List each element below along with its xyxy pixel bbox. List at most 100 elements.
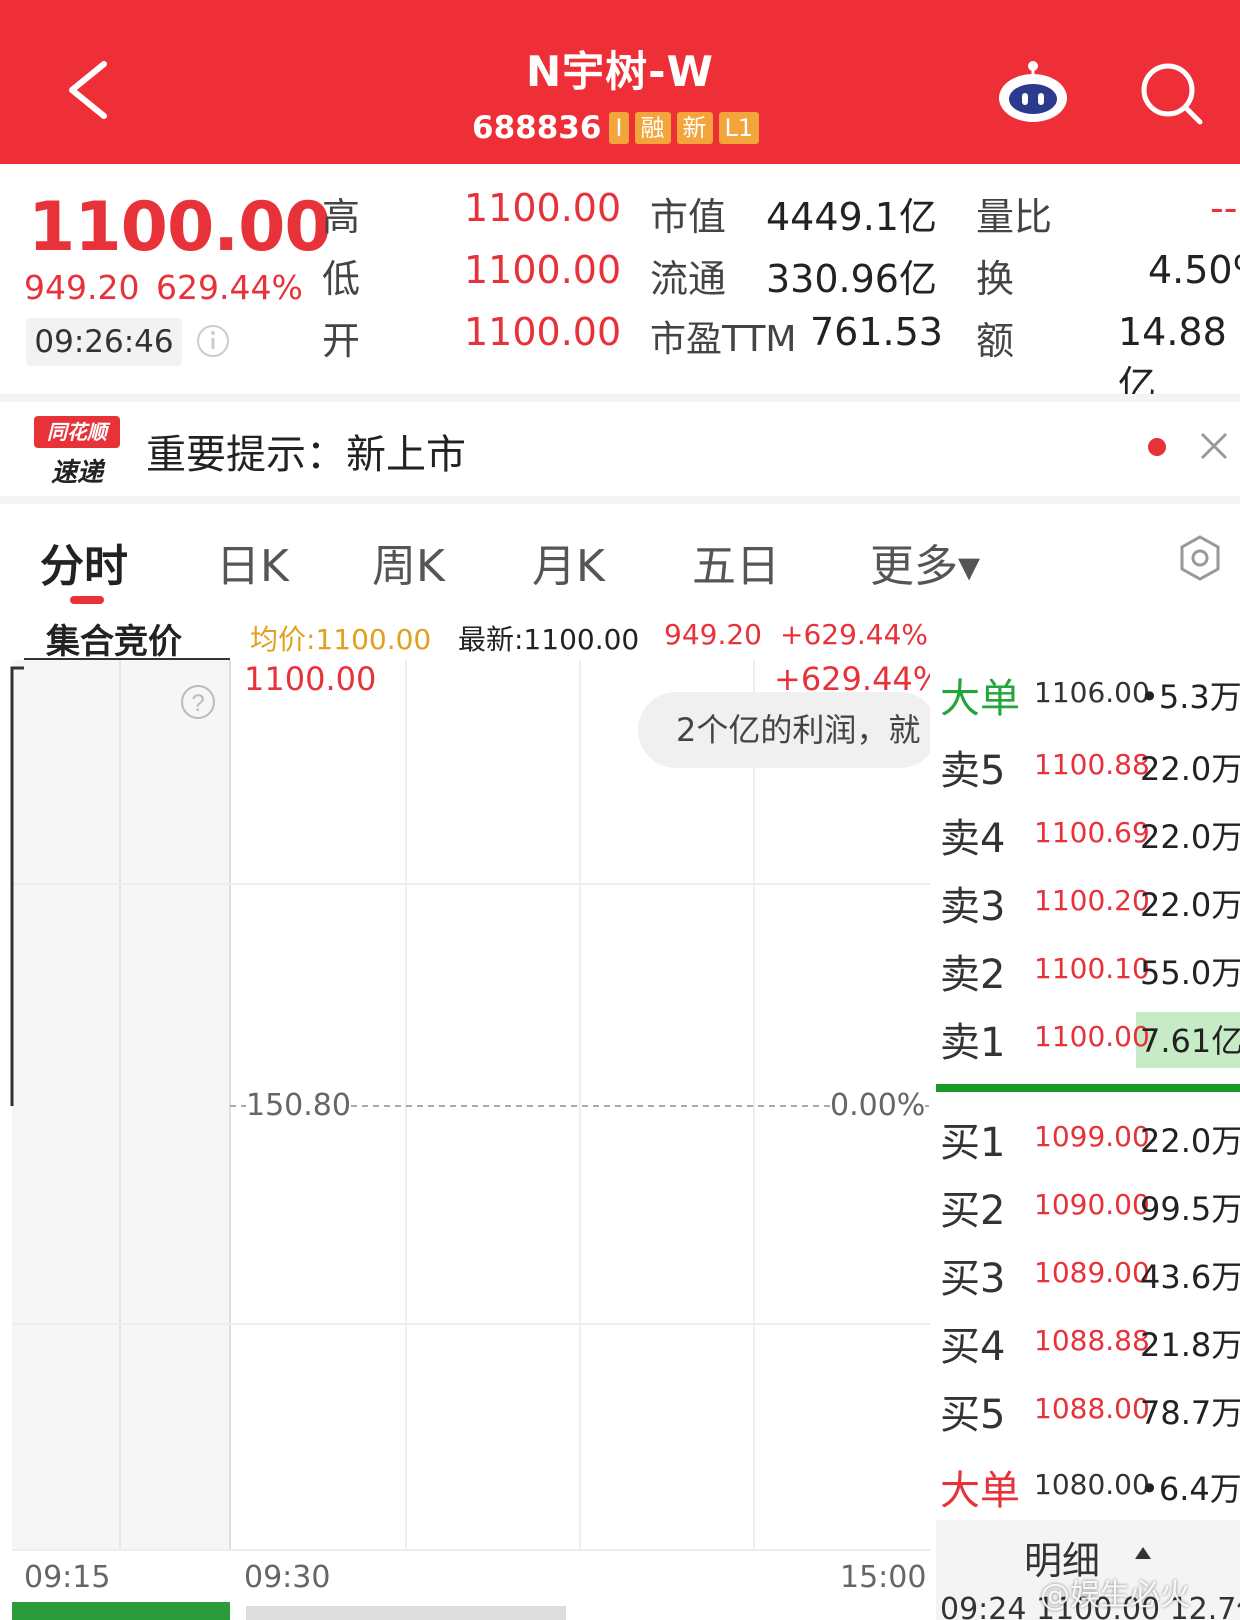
buy-row-5[interactable]: 买5 1088.00 78.7万 (930, 1376, 1240, 1442)
summary-change-percent: +629.44% (780, 618, 929, 651)
sell-row-4[interactable]: 卖4 1100.69 22.0万 (930, 800, 1240, 866)
active-tab-indicator (70, 596, 104, 604)
search-icon[interactable] (1138, 60, 1204, 126)
app-header: N宇树-W 688836 I 融 新 L1 (0, 0, 1240, 164)
turnover-label: 换 (976, 257, 1015, 301)
quote-time: 09:26:46 (26, 318, 182, 366)
market-cap-value: 4449.1亿 (766, 195, 937, 239)
buy-level-price: 1099.00 (1034, 1120, 1150, 1153)
buy-row-1[interactable]: 买1 1099.00 22.0万 (930, 1104, 1240, 1170)
time-label-open: 09:30 (244, 1560, 331, 1595)
sell-level-volume: 22.0万 (1140, 886, 1240, 924)
pe-ttm-value: 761.53 (810, 310, 943, 354)
tab-more[interactable]: 更多▾ (870, 530, 980, 594)
big-order-volume: •5.3万 (1140, 678, 1240, 716)
high-label: 高 (322, 195, 361, 239)
open-value: 1100.00 (464, 310, 622, 354)
logo-bottom-text: 速递 (50, 458, 103, 488)
big-order-sell-row[interactable]: 大单 1106.00 •5.3万 (930, 660, 1240, 726)
low-value: 1100.00 (464, 248, 622, 292)
tag-badge: 融 (634, 112, 671, 144)
big-order-buy-row[interactable]: 大单 1080.00 •6.4万 (930, 1452, 1240, 1518)
volume-bar (12, 1602, 230, 1620)
sell-row-2[interactable]: 卖2 1100.10 55.0万 (930, 936, 1240, 1002)
comment-popup[interactable]: 2个亿的利润，就 (638, 692, 938, 768)
big-order-price: 1080.00 (1034, 1468, 1150, 1501)
sell-level-label: 卖5 (940, 748, 1006, 794)
volume-ratio-label: 量比 (976, 195, 1053, 239)
tag-badge: L1 (718, 112, 760, 144)
axis-mid-price: 150.80 (246, 1088, 351, 1123)
sell-row-3[interactable]: 卖3 1100.20 22.0万 (930, 868, 1240, 934)
quote-panel: 1100.00 949.20 629.44% 09:26:46 高 1100.0… (0, 164, 1240, 407)
buy-level-label: 买5 (940, 1392, 1006, 1438)
tab-weekly-k[interactable]: 周K (372, 530, 445, 594)
settings-hexagon-icon[interactable] (1176, 534, 1224, 582)
current-price: 1100.00 (28, 188, 332, 267)
tab-monthly-k[interactable]: 月K (532, 530, 605, 594)
sell-level-price: 1100.20 (1034, 884, 1150, 917)
market-cap-label: 市值 (650, 195, 727, 239)
tab-five-day[interactable]: 五日 (692, 530, 780, 594)
buy-level-price: 1088.88 (1034, 1324, 1150, 1357)
buy-level-volume: 22.0万 (1140, 1122, 1240, 1160)
time-label-close: 15:00 (840, 1560, 927, 1595)
buy-level-label: 买1 (940, 1120, 1006, 1166)
buy-row-4[interactable]: 买4 1088.88 21.8万 (930, 1308, 1240, 1374)
buy-level-volume: 99.5万 (1140, 1190, 1240, 1228)
chart-summary-bar: 集合竞价 均价:1100.00 最新:1100.00 949.20 +629.4… (0, 604, 1240, 662)
price-change-percent: 629.44% (156, 268, 303, 307)
close-icon[interactable] (1196, 428, 1232, 464)
watermark-text: @娱生必火 (1040, 1578, 1190, 1613)
sell-level-volume: 22.0万 (1140, 818, 1240, 856)
sell-level-label: 卖3 (940, 884, 1006, 930)
latest-price: 最新:1100.00 (458, 623, 640, 656)
volume-ratio-value: -- (1210, 186, 1238, 230)
tag-badge: 新 (676, 112, 713, 144)
buy-level-price: 1090.00 (1034, 1188, 1150, 1221)
big-order-label: 大单 (940, 676, 1020, 722)
tab-intraday[interactable]: 分时 (40, 530, 128, 594)
chart-tabs: 分时 日K 周K 月K 五日 更多▾ (0, 512, 1240, 604)
sell-level-price: 1100.10 (1034, 952, 1150, 985)
big-order-label: 大单 (940, 1468, 1020, 1514)
sell-level-price: 1100.69 (1034, 816, 1150, 849)
intraday-chart[interactable]: ? 1100.00 +629.44% 150.80 0.00% 09:15 09… (0, 660, 943, 1620)
bid-ask-divider (936, 1084, 1240, 1092)
buy-row-3[interactable]: 买3 1089.00 43.6万 (930, 1240, 1240, 1306)
logo-top-text: 同花顺 (34, 416, 120, 448)
time-label-start: 09:15 (24, 1560, 111, 1595)
buy-level-label: 买3 (940, 1256, 1006, 1302)
big-order-volume: •6.4万 (1140, 1470, 1240, 1508)
volume-bar (246, 1606, 566, 1620)
caret-up-icon[interactable] (1134, 1546, 1152, 1560)
high-value: 1100.00 (464, 186, 622, 230)
buy-level-price: 1088.00 (1034, 1392, 1150, 1425)
buy-level-label: 买4 (940, 1324, 1006, 1370)
float-cap-value: 330.96亿 (766, 257, 937, 301)
tag-badge: I (609, 112, 629, 144)
stock-code-row: 688836 I 融 新 L1 (472, 108, 765, 148)
low-label: 低 (322, 257, 361, 301)
sell-row-5[interactable]: 卖5 1100.88 22.0万 (930, 732, 1240, 798)
sell-level-label: 卖1 (940, 1020, 1006, 1066)
stock-code: 688836 (472, 110, 602, 146)
robot-assistant-icon[interactable] (996, 58, 1070, 124)
sell-row-1[interactable]: 卖1 1100.00 7.61亿 (930, 1004, 1240, 1070)
sell-level-volume: 7.61亿 (1140, 1022, 1240, 1060)
sell-level-volume: 22.0万 (1140, 750, 1240, 788)
chart-canvas: ? (10, 660, 930, 1620)
sell-level-volume: 55.0万 (1140, 954, 1240, 992)
buy-level-volume: 43.6万 (1140, 1258, 1240, 1296)
tab-daily-k[interactable]: 日K (216, 530, 289, 594)
buy-row-2[interactable]: 买2 1090.00 99.5万 (930, 1172, 1240, 1238)
summary-change: 949.20 (664, 618, 762, 651)
axis-top-price: 1100.00 (244, 660, 377, 698)
buy-level-volume: 78.7万 (1140, 1394, 1240, 1432)
buy-level-label: 买2 (940, 1188, 1006, 1234)
amount-label: 额 (976, 319, 1015, 363)
average-price: 均价:1100.00 (250, 623, 432, 656)
auction-label: 集合竞价 (46, 622, 182, 662)
info-icon[interactable] (196, 324, 230, 358)
notice-banner[interactable]: 同花顺 速递 重要提示：新上市 (0, 394, 1240, 504)
